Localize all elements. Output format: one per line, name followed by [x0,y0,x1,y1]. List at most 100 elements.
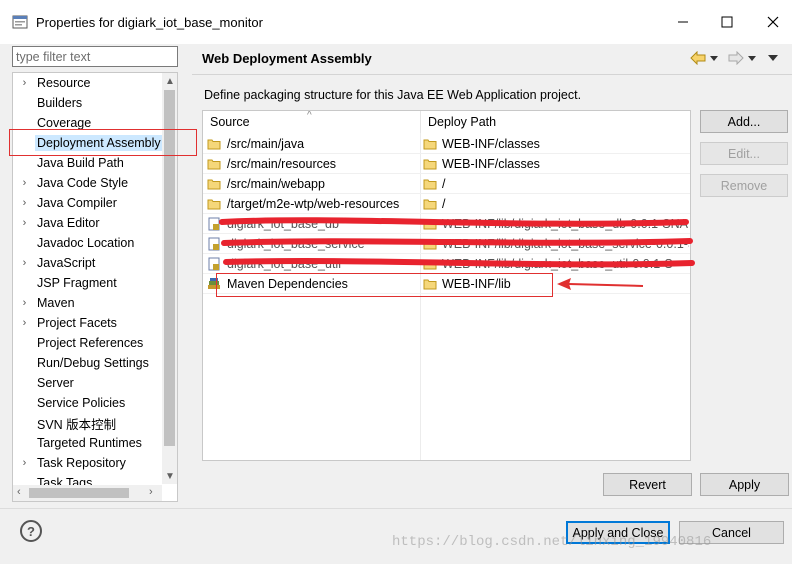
filter-input[interactable] [12,46,178,67]
folder-icon [207,179,221,190]
folder-icon [423,239,437,250]
minimize-button[interactable] [668,8,698,36]
deploy-path-cell: WEB-INF/lib/digiark_iot_base_util-0.0.1-… [423,254,689,274]
tree-vertical-scrollbar[interactable]: ▲ ▼ [162,73,177,484]
apply-button[interactable]: Apply [700,473,789,496]
table-row[interactable]: /src/main/resources WEB-INF/classes [203,154,690,174]
expand-chevron-icon[interactable]: › [19,297,30,309]
tree-item[interactable]: Server [13,373,163,393]
tree-item[interactable]: Project References [13,333,163,353]
tree-item[interactable]: › Java Compiler [13,193,163,213]
title-bar: Properties for digiark_iot_base_monitor [0,0,792,44]
source-cell: /target/m2e-wtp/web-resources [227,197,400,211]
tree-item-label: Coverage [37,116,92,130]
tree-horizontal-scrollbar[interactable]: ‹ › [13,485,162,501]
expand-chevron-icon[interactable]: › [19,77,30,89]
tree-item[interactable]: Service Policies [13,393,163,413]
table-row[interactable]: digiark_iot_base_service WEB-INF/lib/digi… [203,234,690,254]
forward-arrow-icon[interactable] [728,51,744,65]
page-title: Web Deployment Assembly [202,51,372,66]
folder-icon [207,199,221,210]
window-title: Properties for digiark_iot_base_monitor [36,15,263,30]
tree-item[interactable]: Run/Debug Settings [13,353,163,373]
tree-item-label: Javadoc Location [37,236,135,250]
tree-item[interactable]: › Java Code Style [13,173,163,193]
column-header-deploy-label: Deploy Path [428,115,497,129]
tree-item[interactable]: › Resource [13,73,163,93]
add-button[interactable]: Add... [700,110,788,133]
tree-item-label: Project References [37,336,144,350]
tree-item[interactable]: Java Build Path [13,153,163,173]
remove-button[interactable]: Remove [700,174,788,197]
deploy-path-cell: WEB-INF/lib/digiark_iot_base_service-0.0… [423,234,689,254]
expand-chevron-icon[interactable]: › [19,457,30,469]
deploy-path-text: WEB-INF/classes [442,137,540,151]
jar-icon [208,257,220,271]
back-arrow-icon[interactable] [690,51,706,65]
tree-item[interactable]: Deployment Assembly [13,133,163,153]
footer-separator [0,508,792,509]
jar-icon [208,237,220,251]
maximize-button[interactable] [712,8,742,36]
column-header-source-label: Source [210,115,250,129]
table-row[interactable]: digiark_iot_base_util WEB-INF/lib/digiark… [203,254,690,274]
tree-item[interactable]: Targeted Runtimes [13,433,163,453]
scroll-up-icon[interactable]: ▲ [165,76,175,87]
table-row[interactable]: /target/m2e-wtp/web-resources / [203,194,690,214]
expand-chevron-icon[interactable]: › [19,257,30,269]
tree-item[interactable]: Builders [13,93,163,113]
help-icon[interactable]: ? [20,520,42,542]
source-cell: /src/main/resources [227,157,337,171]
back-dropdown-icon[interactable] [710,54,718,62]
forward-dropdown-icon[interactable] [748,54,756,62]
scroll-thumb-horizontal[interactable] [29,488,129,498]
tree-item-label: Java Build Path [37,156,124,170]
tree-item-label: Deployment Assembly [35,135,163,151]
tree-item-label: Java Editor [37,216,100,230]
source-cell: /src/main/java [227,137,305,151]
page-description: Define packaging structure for this Java… [204,88,582,102]
table-row[interactable]: digiark_iot_base_db WEB-INF/lib/digiark_i… [203,214,690,234]
library-icon [208,278,220,289]
expand-chevron-icon[interactable]: › [19,217,30,229]
deploy-path-text: / [442,197,446,211]
scroll-thumb[interactable] [164,90,175,446]
expand-chevron-icon[interactable]: › [19,317,30,329]
column-header-source[interactable]: ^ Source [203,111,421,133]
tree-item[interactable]: › JavaScript [13,253,163,273]
table-row[interactable]: Maven Dependencies WEB-INF/lib [203,274,690,294]
deploy-path-cell: / [423,194,689,214]
folder-icon [423,279,437,290]
scroll-right-icon[interactable]: › [149,486,153,498]
tree-item-label: Project Facets [37,316,117,330]
deploy-path-cell: WEB-INF/lib/digiark_iot_base_db-0.0.1-SN… [423,214,689,234]
tree-item[interactable]: › Java Editor [13,213,163,233]
column-header-deploy-path[interactable]: Deploy Path [421,111,690,133]
scroll-down-icon[interactable]: ▼ [165,471,175,482]
view-menu-icon[interactable] [768,54,778,62]
page-header: Web Deployment Assembly [192,44,792,74]
close-button[interactable] [758,8,788,36]
tree-item[interactable]: Coverage [13,113,163,133]
table-row[interactable]: /src/main/java WEB-INF/classes [203,134,690,154]
source-cell: digiark_iot_base_util [227,257,341,271]
scroll-left-icon[interactable]: ‹ [17,486,21,498]
tree-item[interactable]: › Maven [13,293,163,313]
deploy-path-cell: WEB-INF/classes [423,154,689,174]
property-pages-tree: › Resource Builders Coverage Deployment Asse… [12,72,178,502]
expand-chevron-icon[interactable]: › [19,177,30,189]
table-row[interactable]: /src/main/webapp / [203,174,690,194]
deploy-path-cell: WEB-INF/classes [423,134,689,154]
folder-icon [423,159,437,170]
deploy-path-cell: WEB-INF/lib [423,274,689,294]
tree-item[interactable]: JSP Fragment [13,273,163,293]
source-cell: Maven Dependencies [227,277,348,291]
expand-chevron-icon[interactable]: › [19,197,30,209]
tree-item[interactable]: SVN 版本控制 [13,413,163,433]
edit-button[interactable]: Edit... [700,142,788,165]
tree-item[interactable]: Javadoc Location [13,233,163,253]
tree-item-label: JSP Fragment [37,276,117,290]
tree-item[interactable]: › Project Facets [13,313,163,333]
revert-button[interactable]: Revert [603,473,692,496]
tree-item[interactable]: › Task Repository [13,453,163,473]
